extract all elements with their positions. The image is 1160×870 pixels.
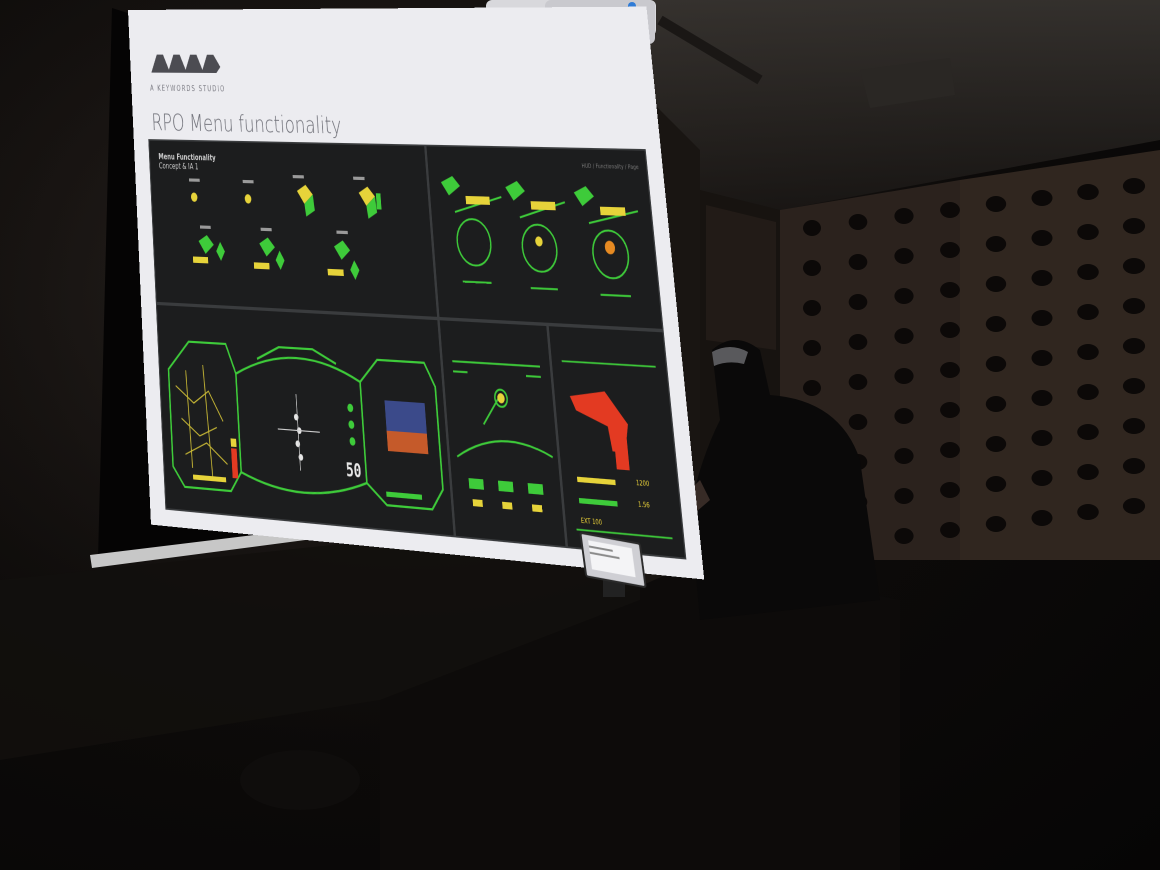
breadcrumb: HUD / Functionality / Page xyxy=(581,163,639,171)
hud-red-diagram xyxy=(549,326,685,557)
panel-cockpit-hud: 50 xyxy=(155,303,455,538)
acoustic-panel-right xyxy=(960,150,1160,560)
panel-hud-red: 1200 1.56 EXT 100 xyxy=(547,324,687,560)
hud-readout-3: EXT 100 xyxy=(580,515,603,527)
panel-menu-concepts: Menu Functionality Concept & IA 1 xyxy=(148,139,439,319)
studio-label: A KEYWORDS STUDIO xyxy=(149,84,226,95)
hud-readout-2: 1.56 xyxy=(637,499,651,510)
lecture-room-photo: A KEYWORDS STUDIO RPO Menu functionality xyxy=(0,0,1160,870)
cockpit-hud-diagram xyxy=(157,305,454,535)
panel-hud-green xyxy=(438,318,567,549)
projected-slide: A KEYWORDS STUDIO RPO Menu functionality xyxy=(128,6,705,580)
hud-concepts-diagram xyxy=(440,175,662,329)
breadcrumb-separator: / xyxy=(592,162,595,170)
slide-title: RPO Menu functionality xyxy=(151,108,343,140)
studio-logo-icon xyxy=(150,54,221,74)
hud-readout-1: 1200 xyxy=(635,477,650,488)
panel-hud-concepts: HUD / Functionality / Page xyxy=(425,144,664,331)
breadcrumb-hud: HUD xyxy=(581,162,592,170)
breadcrumb-functionality: Functionality xyxy=(595,163,624,171)
hud-green-diagram xyxy=(440,320,566,513)
panel-subheading: Concept & IA 1 xyxy=(158,162,199,173)
hud-speed-readout: 50 xyxy=(345,459,363,483)
panel-heading-block: Menu Functionality Concept & IA 1 xyxy=(158,153,216,173)
breadcrumb-page: Page xyxy=(627,163,639,171)
breadcrumb-separator: / xyxy=(624,163,627,171)
